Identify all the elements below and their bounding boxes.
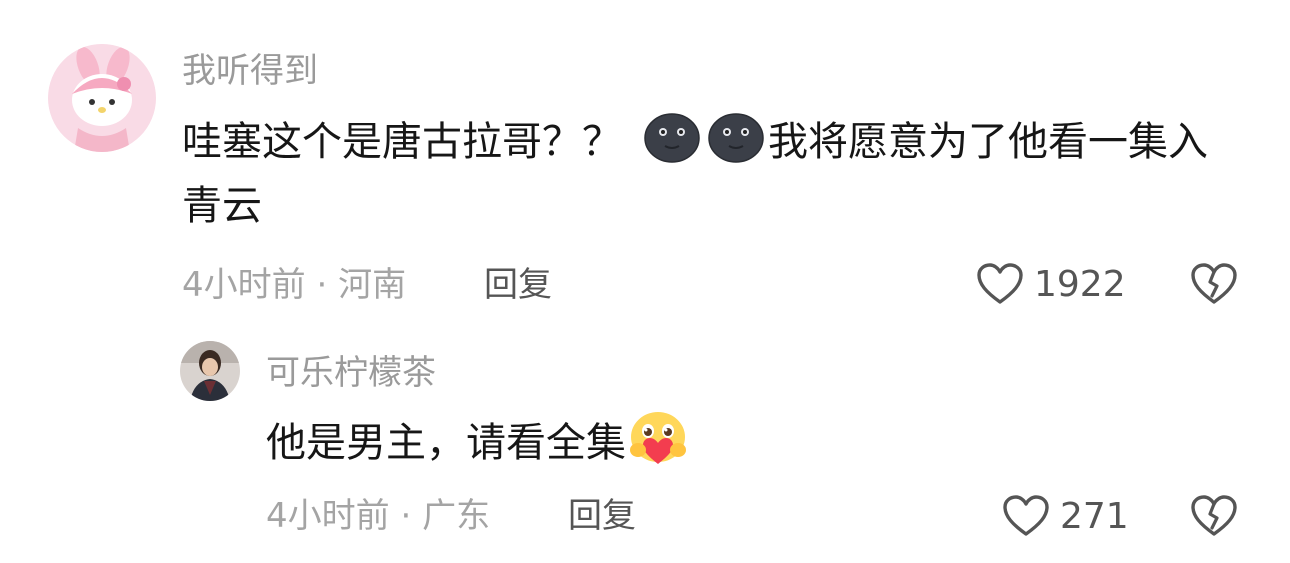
like-button[interactable] — [1002, 494, 1050, 538]
comment-text-part: 他是男主，请看全集 — [266, 420, 626, 466]
comment-text-part: 哇塞这个是唐古拉哥？？ — [182, 119, 622, 165]
broken-heart-icon — [1191, 495, 1237, 536]
new-moon-face-icon — [644, 113, 700, 163]
user-avatar[interactable] — [48, 44, 156, 152]
comment-time: 4小时前 — [182, 265, 306, 305]
comment-text: 他是男主，请看全集 — [266, 410, 1166, 475]
reply-button[interactable]: 回复 — [568, 496, 636, 536]
heart-icon — [977, 263, 1023, 304]
heart-icon — [1003, 495, 1049, 536]
reply-button[interactable]: 回复 — [484, 265, 552, 305]
user-avatar[interactable] — [180, 341, 240, 401]
broken-heart-icon — [1191, 263, 1237, 304]
comment-meta: 4小时前 · 河南 — [182, 265, 406, 305]
like-button[interactable] — [976, 262, 1024, 306]
pink-bunny-avatar-icon — [48, 44, 156, 152]
dislike-button[interactable] — [1190, 262, 1238, 306]
comment-username[interactable]: 可乐柠檬茶 — [266, 353, 436, 393]
comment-location: 河南 — [338, 265, 407, 305]
person-photo-avatar-icon — [180, 341, 240, 401]
dislike-button[interactable] — [1190, 494, 1238, 538]
comment-username[interactable]: 我听得到 — [182, 51, 318, 91]
like-count: 1922 — [1034, 264, 1126, 305]
comment-meta: 4小时前 · 广东 — [266, 496, 490, 536]
meta-separator: · — [316, 265, 328, 305]
meta-separator: · — [400, 496, 412, 536]
like-count: 271 — [1060, 496, 1129, 537]
new-moon-face-icon — [708, 113, 764, 163]
hugging-heart-emoji-icon — [628, 410, 688, 468]
comment-location: 广东 — [422, 496, 491, 536]
comment-time: 4小时前 — [266, 496, 390, 536]
comment-text: 哇塞这个是唐古拉哥？？ 我将愿意为了他看一集入青云 — [182, 110, 1242, 238]
